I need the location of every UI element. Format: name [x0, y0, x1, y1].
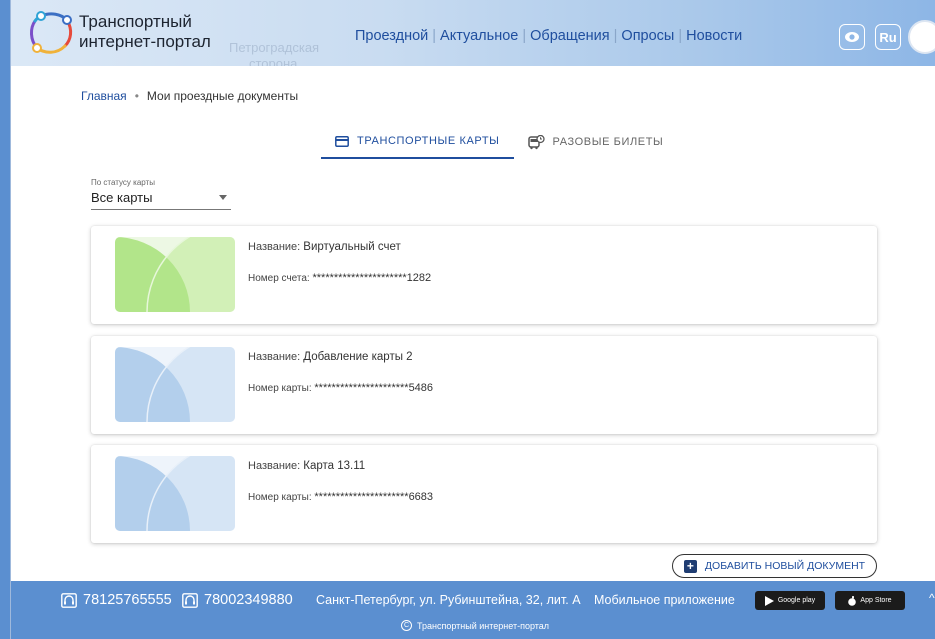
card-thumbnail — [115, 237, 235, 312]
filter-label: По статусу карты — [91, 178, 155, 187]
card-number: Номер карты: **********************5486 — [248, 382, 433, 394]
card-name-label: Название: — [248, 351, 301, 363]
brand-line: интернет-портал — [79, 32, 211, 51]
tab-label: ТРАНСПОРТНЫЕ КАРТЫ — [357, 135, 500, 147]
card-number-label: Номер карты: — [248, 492, 312, 503]
page: Петроградская сторона Транспортный интер… — [10, 0, 935, 639]
apple-icon — [848, 595, 857, 606]
card-number-label: Номер счета: — [248, 273, 310, 284]
nav-item-obrascheniya[interactable]: Обращения — [526, 28, 614, 44]
document-card[interactable]: Название: Добавление карты 2 Номер карты… — [91, 336, 877, 434]
google-play-button[interactable]: Google play — [755, 591, 825, 610]
card-name-value: Виртуальный счет — [303, 241, 401, 253]
card-name-value: Карта 13.11 — [303, 460, 366, 472]
app-store-button[interactable]: App Store — [835, 591, 905, 610]
card-name-value: Добавление карты 2 — [303, 351, 413, 363]
card-thumbnail-art — [115, 456, 235, 531]
header: Петроградская сторона Транспортный интер… — [11, 0, 935, 66]
main-nav: Проездной | Актуальное | Обращения | Опр… — [351, 28, 746, 44]
footer-phone-1[interactable]: 78125765555 — [61, 592, 172, 608]
portal-logo-icon[interactable] — [27, 10, 75, 56]
copyright-icon: C — [401, 620, 412, 631]
tab-transport-cards[interactable]: ТРАНСПОРТНЫЕ КАРТЫ — [321, 125, 514, 159]
accessibility-button[interactable] — [839, 24, 865, 50]
document-card[interactable]: Название: Карта 13.11 Номер карты: *****… — [91, 445, 877, 543]
card-number: Номер счета: **********************1282 — [248, 272, 431, 284]
card-number: Номер карты: **********************6683 — [248, 491, 433, 503]
bus-icon — [527, 134, 545, 149]
card-number-value: **********************5486 — [314, 382, 434, 394]
google-play-label: Google play — [777, 597, 816, 604]
footer-mobile-label: Мобильное приложение — [594, 593, 735, 607]
card-status-select[interactable]: Все карты — [91, 190, 231, 210]
phone-number: 78125765555 — [83, 592, 172, 608]
eye-icon — [845, 32, 859, 42]
app-store-label: App Store — [860, 597, 892, 604]
copyright-text: Транспортный интернет-портал — [417, 620, 550, 631]
footer: 78125765555 78002349880 Санкт-Петербург,… — [11, 581, 935, 639]
google-play-icon — [764, 595, 774, 606]
nav-item-proezdnoy[interactable]: Проездной — [351, 28, 432, 44]
card-name-label: Название: — [248, 460, 301, 472]
breadcrumb-home-link[interactable]: Главная — [81, 89, 127, 103]
card-name: Название: Виртуальный счет — [248, 241, 401, 253]
breadcrumb-current: Мои проездные документы — [146, 89, 299, 103]
tab-single-tickets[interactable]: РАЗОВЫЕ БИЛЕТЫ — [514, 125, 678, 159]
card-number-value: **********************6683 — [314, 491, 434, 503]
footer-address: Санкт-Петербург, ул. Рубинштейна, 32, ли… — [316, 593, 581, 607]
headset-icon — [61, 592, 77, 608]
card-thumbnail — [115, 347, 235, 422]
nav-item-oprosy[interactable]: Опросы — [617, 28, 678, 44]
user-avatar[interactable] — [908, 20, 935, 54]
language-button[interactable]: Ru — [875, 24, 901, 50]
tab-label: РАЗОВЫЕ БИЛЕТЫ — [552, 136, 664, 148]
add-document-button[interactable]: + ДОБАВИТЬ НОВЫЙ ДОКУМЕНТ — [672, 554, 877, 578]
brand-line: Транспортный — [79, 12, 192, 31]
breadcrumb: Главная • Мои проездные документы — [81, 89, 298, 103]
card-name-label: Название: — [248, 241, 301, 253]
document-card[interactable]: Название: Виртуальный счет Номер счета: … — [91, 226, 877, 324]
headset-icon — [182, 592, 198, 608]
filter-value: Все карты — [91, 190, 153, 205]
scroll-up-icon[interactable]: ^ — [929, 591, 935, 605]
card-thumbnail-art — [115, 347, 235, 422]
card-icon — [335, 135, 349, 147]
nav-item-aktualnoe[interactable]: Актуальное — [436, 28, 522, 44]
card-number-value: **********************1282 — [312, 272, 432, 284]
phone-number: 78002349880 — [204, 592, 293, 608]
brand-title[interactable]: Транспортный интернет-портал — [79, 12, 211, 52]
add-document-label: ДОБАВИТЬ НОВЫЙ ДОКУМЕНТ — [704, 560, 866, 572]
card-thumbnail — [115, 456, 235, 531]
breadcrumb-separator: • — [134, 89, 139, 103]
card-number-label: Номер карты: — [248, 383, 312, 394]
chevron-down-icon — [219, 195, 227, 200]
card-name: Название: Карта 13.11 — [248, 460, 365, 472]
footer-phone-2[interactable]: 78002349880 — [182, 592, 293, 608]
footer-copyright: C Транспортный интернет-портал — [401, 620, 549, 631]
card-status-filter: По статусу карты Все карты — [91, 178, 231, 210]
plus-icon: + — [683, 559, 697, 573]
card-name: Название: Добавление карты 2 — [248, 351, 413, 363]
tabs: ТРАНСПОРТНЫЕ КАРТЫ РАЗОВЫЕ БИЛЕТЫ — [321, 125, 677, 159]
map-label: Петроградская — [229, 40, 320, 55]
nav-item-novosti[interactable]: Новости — [682, 28, 746, 44]
map-label: сторона — [249, 56, 298, 66]
card-thumbnail-art — [115, 237, 235, 312]
